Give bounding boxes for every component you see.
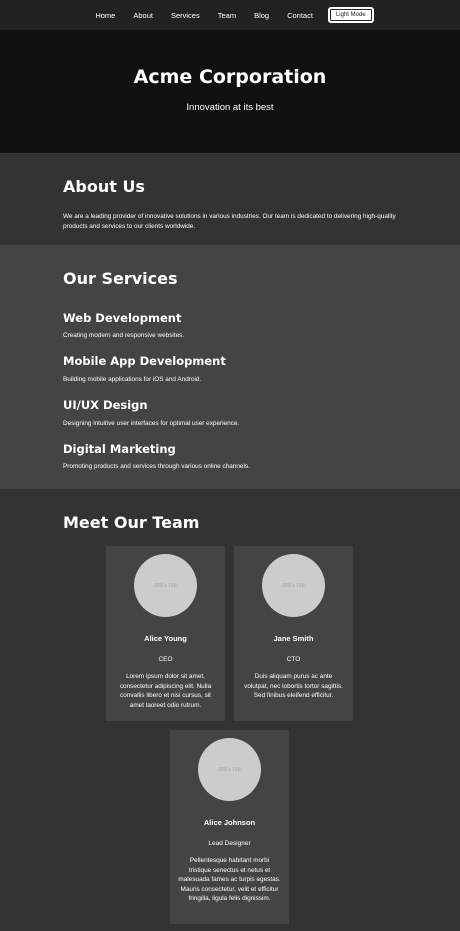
- services-title: Our Services: [63, 269, 178, 288]
- member-bio: Lorem ipsum dolor sit amet, consectetur …: [119, 673, 212, 709]
- service-desc: Creating modern and responsive websites.: [63, 332, 185, 339]
- member-name: Alice Young: [144, 634, 187, 643]
- service-title: Web Development: [63, 311, 182, 325]
- team-card: 150 x 150 Jane Smith CTO Duis aliquam pu…: [234, 546, 353, 721]
- services-section: Our Services Web Development Creating mo…: [0, 245, 460, 489]
- team-card: 150 x 150 Alice Johnson Lead Designer Pe…: [170, 730, 289, 924]
- team-title: Meet Our Team: [63, 513, 200, 532]
- service-desc: Designing intuitive user interfaces for …: [63, 420, 240, 427]
- service-title: UI/UX Design: [63, 398, 148, 412]
- member-role: CTO: [286, 656, 301, 663]
- nav-link-services[interactable]: Services: [171, 11, 200, 20]
- hero-title: Acme Corporation: [133, 66, 327, 88]
- member-role: Lead Designer: [208, 840, 251, 847]
- light-mode-button[interactable]: Light Mode: [327, 7, 374, 23]
- member-name: Alice Johnson: [203, 818, 256, 827]
- nav-link-contact[interactable]: Contact: [287, 11, 313, 20]
- avatar: 150 x 150: [262, 554, 325, 617]
- nav-link-blog[interactable]: Blog: [254, 11, 269, 20]
- about-section: About Us We are a leading provider of in…: [0, 153, 460, 245]
- hero-section: Acme Corporation Innovation at its best: [0, 30, 460, 153]
- member-bio: Pellentesque habitant morbi tristique se…: [178, 857, 281, 902]
- about-title: About Us: [63, 177, 145, 196]
- avatar: 150 x 150: [198, 738, 261, 801]
- member-name: Jane Smith: [273, 634, 314, 643]
- service-title: Digital Marketing: [63, 442, 176, 456]
- service-desc: Building mobile applications for iOS and…: [63, 376, 202, 383]
- avatar-placeholder-label: 150 x 150: [154, 582, 177, 589]
- member-bio: Duis aliquam purus ac ante volutpat, nec…: [244, 673, 343, 699]
- avatar-placeholder-label: 150 x 150: [282, 582, 305, 589]
- nav-link-home[interactable]: Home: [95, 11, 115, 20]
- avatar-placeholder-label: 150 x 150: [218, 766, 241, 773]
- top-nav: Home About Services Team Blog Contact Li…: [0, 0, 460, 30]
- about-text: We are a leading provider of innovative …: [63, 213, 396, 230]
- hero-subtitle: Innovation at its best: [186, 102, 274, 113]
- nav-link-about[interactable]: About: [133, 11, 153, 20]
- avatar: 150 x 150: [134, 554, 197, 617]
- team-section: Meet Our Team 150 x 150 Alice Young CEO …: [0, 489, 460, 931]
- nav-link-team[interactable]: Team: [218, 11, 236, 20]
- service-title: Mobile App Development: [63, 354, 226, 368]
- service-desc: Promoting products and services through …: [63, 463, 250, 470]
- member-role: CEO: [158, 656, 173, 663]
- team-card: 150 x 150 Alice Young CEO Lorem ipsum do…: [106, 546, 225, 721]
